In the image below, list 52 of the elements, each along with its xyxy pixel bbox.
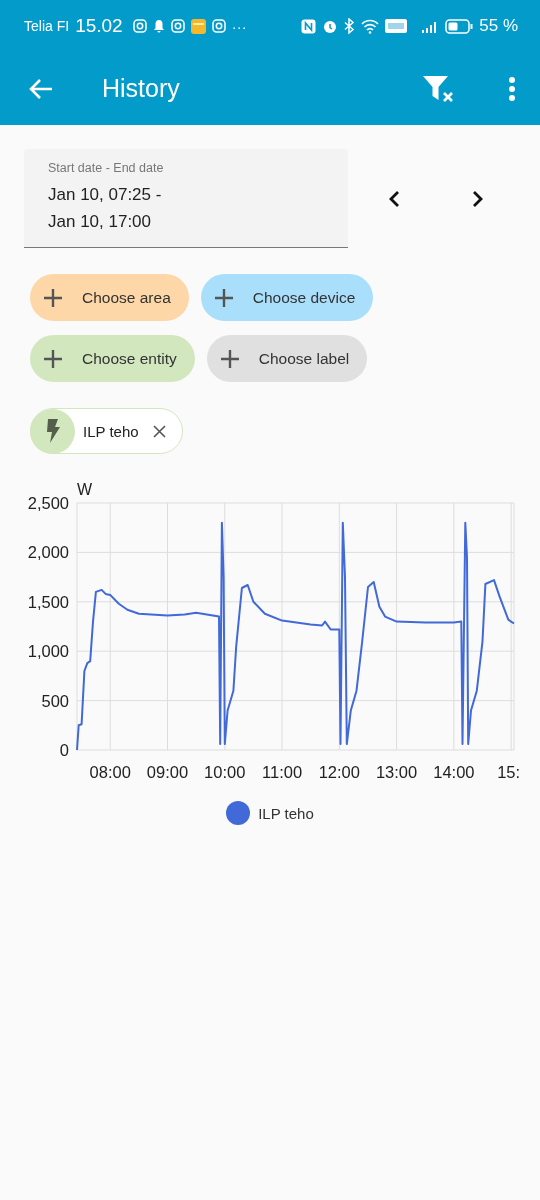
camera-icon xyxy=(211,19,226,33)
wallet-icon xyxy=(190,18,206,34)
chevron-right-icon xyxy=(472,189,484,208)
legend-label[interactable]: ILP teho xyxy=(258,804,314,822)
volte-icon xyxy=(385,19,408,33)
camera-icon xyxy=(132,19,147,33)
close-icon xyxy=(152,424,166,438)
axis-tick-label: 2,000 xyxy=(27,543,69,562)
plus-icon xyxy=(212,286,235,309)
axis-tick-label: 09:00 xyxy=(146,763,189,781)
page-title: History xyxy=(102,74,181,103)
bluetooth-icon xyxy=(344,18,356,34)
field-label: Start date - End date xyxy=(48,161,165,175)
plus-icon xyxy=(218,347,241,370)
battery-percent: 55 % xyxy=(479,16,518,36)
filter-clear-icon xyxy=(422,73,456,104)
entity-label: ILP teho xyxy=(83,422,139,440)
axis-tick-label: 10:00 xyxy=(204,763,246,781)
date-range-value: Jan 10, 07:25 - xyxy=(48,184,163,206)
target-chip[interactable]: Choose area xyxy=(30,274,189,321)
legend-dot[interactable] xyxy=(226,801,251,825)
axis-tick-label: 14:00 xyxy=(433,763,475,781)
date-range-field[interactable]: Start date - End date Jan 10, 07:25 - Jan 10, 17:00 xyxy=(24,149,348,248)
target-chip[interactable]: Choose entity xyxy=(30,335,195,382)
alarm-icon xyxy=(322,18,339,34)
axis-tick-label: 1,500 xyxy=(27,592,69,611)
axis-tick-label: 0 xyxy=(59,741,69,759)
carrier-name: Telia FI xyxy=(24,18,70,34)
bell-icon xyxy=(152,19,165,33)
chevron-left-icon xyxy=(388,189,400,208)
axis-tick-label: 2,500 xyxy=(27,494,69,512)
target-chip[interactable]: Choose device xyxy=(200,274,374,321)
nfc-icon xyxy=(301,18,317,34)
back-arrow-icon xyxy=(28,76,54,101)
wifi-icon xyxy=(361,18,380,34)
plus-icon xyxy=(42,347,64,370)
axis-tick-label: 13:00 xyxy=(375,763,418,781)
date-range-value: Jan 10, 17:00 xyxy=(48,211,153,233)
status-time: 15.02 xyxy=(75,15,123,37)
target-chip[interactable]: Choose label xyxy=(206,335,368,382)
axis-tick-label: 500 xyxy=(41,691,69,710)
battery-icon xyxy=(445,18,474,34)
axis-tick-label: 11:00 xyxy=(262,763,303,781)
axis-tick-label: 08:00 xyxy=(89,763,131,781)
axis-tick-label: 1,000 xyxy=(27,642,69,661)
axis-tick-label: 12:00 xyxy=(318,763,360,781)
axis-unit: W xyxy=(77,481,93,498)
axis-tick-label: 15: xyxy=(497,763,521,781)
more-options-icon xyxy=(508,75,516,102)
camera-icon xyxy=(170,19,185,33)
plus-icon xyxy=(42,286,64,309)
more-notifications: ··· xyxy=(231,17,247,35)
